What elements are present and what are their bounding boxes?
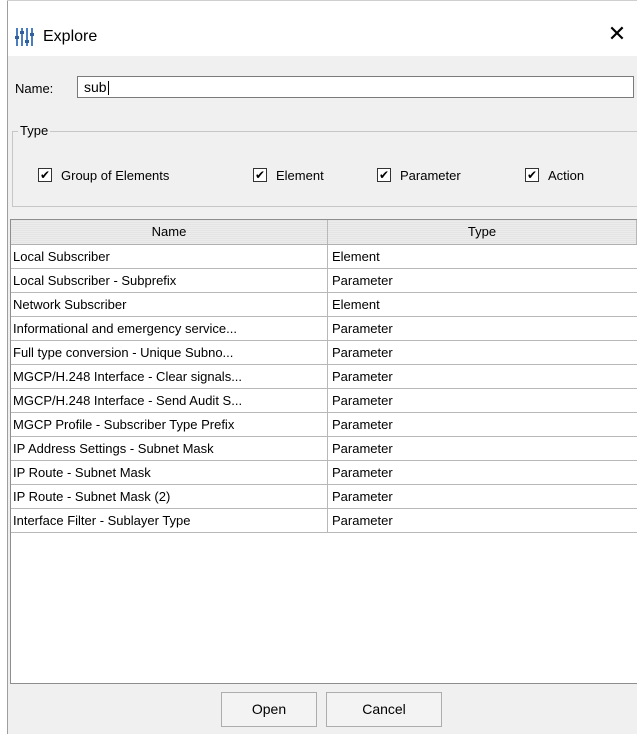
table-row[interactable]: IP Route - Subnet Mask Parameter xyxy=(11,461,637,485)
table-row[interactable]: Local Subscriber Element xyxy=(11,245,637,269)
name-search-value: sub xyxy=(84,79,107,95)
table-row[interactable]: Local Subscriber - Subprefix Parameter xyxy=(11,269,637,293)
results-table[interactable]: Name Type Local Subscriber Element Local S… xyxy=(10,219,637,684)
cell-type: Parameter xyxy=(332,273,393,288)
cell-name: IP Route - Subnet Mask xyxy=(11,461,328,484)
checkbox-label: Action xyxy=(548,167,585,183)
table-row[interactable]: IP Address Settings - Subnet Mask Paramet… xyxy=(11,437,637,461)
title-bar xyxy=(8,1,637,56)
name-label: Name: xyxy=(15,81,54,96)
cell-type: Parameter xyxy=(332,489,393,504)
cell-name: Full type conversion - Unique Subno... xyxy=(11,341,328,364)
checkbox-label: Group of Elements xyxy=(61,167,170,183)
close-button[interactable]: ✕ xyxy=(602,20,632,50)
cell-name: MGCP Profile - Subscriber Type Prefix xyxy=(11,413,328,436)
table-row[interactable]: MGCP Profile - Subscriber Type Prefix Par… xyxy=(11,413,637,437)
checkmark-icon[interactable]: ✔ xyxy=(377,168,391,182)
checkmark-icon[interactable]: ✔ xyxy=(525,168,539,182)
table-row[interactable]: MGCP/H.248 Interface - Send Audit S... Pa… xyxy=(11,389,637,413)
table-row[interactable]: IP Route - Subnet Mask (2) Parameter xyxy=(11,485,637,509)
table-row[interactable]: Interface Filter - Sublayer Type Paramete… xyxy=(11,509,637,533)
checkbox-parameter[interactable]: ✔ Parameter xyxy=(377,166,461,184)
cancel-button[interactable]: Cancel xyxy=(326,692,442,727)
cell-name: IP Route - Subnet Mask (2) xyxy=(11,485,328,508)
cell-name: Network Subscriber xyxy=(11,293,328,316)
table-row[interactable]: MGCP/H.248 Interface - Clear signals... P… xyxy=(11,365,637,389)
close-icon[interactable]: ✕ xyxy=(608,22,626,47)
cell-type: Parameter xyxy=(332,417,393,432)
cell-type: Element xyxy=(332,297,380,312)
cell-name: Local Subscriber xyxy=(11,245,328,268)
checkbox-action[interactable]: ✔ Action xyxy=(525,166,584,184)
cell-type: Element xyxy=(332,249,380,264)
checkmark-icon[interactable]: ✔ xyxy=(253,168,267,182)
window-title: Explore xyxy=(43,28,98,45)
column-header-name[interactable]: Name xyxy=(11,220,328,244)
dialog-body: Name: sub Type ✔ Group of Elements ✔ Ele… xyxy=(8,56,637,734)
table-row[interactable]: Network Subscriber Element xyxy=(11,293,637,317)
cell-name: MGCP/H.248 Interface - Clear signals... xyxy=(11,365,328,388)
cell-name: MGCP/H.248 Interface - Send Audit S... xyxy=(11,389,328,412)
text-caret xyxy=(107,81,109,96)
checkbox-group-of-elements[interactable]: ✔ Group of Elements xyxy=(38,166,169,184)
checkbox-label: Element xyxy=(276,167,324,183)
cell-type: Parameter xyxy=(332,393,393,408)
column-header-type[interactable]: Type xyxy=(328,220,637,244)
checkbox-label: Parameter xyxy=(400,167,461,183)
cell-name: IP Address Settings - Subnet Mask xyxy=(11,437,328,460)
cell-type: Parameter xyxy=(332,321,393,336)
table-body: Local Subscriber Element Local Subscriber … xyxy=(11,245,637,533)
table-header: Name Type xyxy=(11,220,637,245)
cell-type: Parameter xyxy=(332,513,393,528)
cell-type: Parameter xyxy=(332,369,393,384)
cell-type: Parameter xyxy=(332,345,393,360)
cell-type: Parameter xyxy=(332,465,393,480)
cell-name: Informational and emergency service... xyxy=(11,317,328,340)
name-search-input[interactable]: sub xyxy=(77,76,634,98)
table-row[interactable]: Informational and emergency service... Pa… xyxy=(11,317,637,341)
checkbox-element[interactable]: ✔ Element xyxy=(253,166,324,184)
cell-name: Interface Filter - Sublayer Type xyxy=(11,509,328,532)
table-row[interactable]: Full type conversion - Unique Subno... Pa… xyxy=(11,341,637,365)
checkmark-icon[interactable]: ✔ xyxy=(38,168,52,182)
open-button[interactable]: Open xyxy=(221,692,317,727)
type-filter-legend: Type xyxy=(18,123,51,138)
explore-sliders-icon xyxy=(15,28,34,46)
cell-type: Parameter xyxy=(332,441,393,456)
cell-name: Local Subscriber - Subprefix xyxy=(11,269,328,292)
